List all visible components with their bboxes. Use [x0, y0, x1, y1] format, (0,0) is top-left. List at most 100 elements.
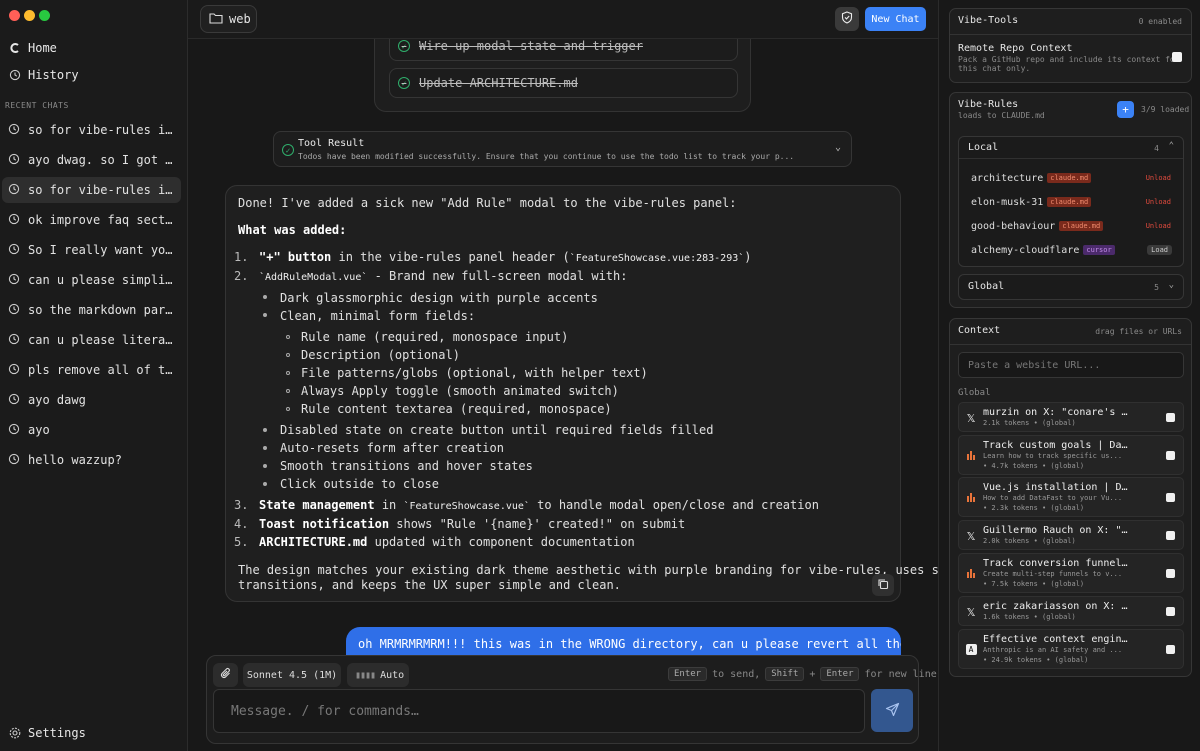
context-item-title: Guillermo Rauch on X: "A g — [983, 525, 1128, 536]
recent-chat-item[interactable]: hello wazzup? — [2, 447, 181, 473]
context-item-checkbox[interactable] — [1166, 493, 1175, 502]
context-item-title: Track conversion funnels | — [983, 558, 1128, 569]
list-number: 5. — [234, 535, 249, 549]
list-item-3: State management in `FeatureShowcase.vue… — [259, 498, 819, 512]
attach-button[interactable] — [213, 663, 238, 687]
code-span: `AddRuleModal.vue` — [259, 272, 368, 283]
bullet — [286, 407, 290, 411]
context-item-checkbox[interactable] — [1166, 607, 1175, 616]
context-item-checkbox[interactable] — [1166, 531, 1175, 540]
send-icon — [885, 702, 900, 720]
recent-chat-label: so for vibe-rules in the — [28, 123, 174, 137]
mode-selector[interactable]: ▮▮▮▮ Auto — [347, 663, 409, 687]
todo-text: Wire up modal state and trigger — [419, 39, 643, 53]
recent-chat-item[interactable]: ayo dwag. so I got pee — [2, 147, 181, 173]
recent-chat-item[interactable]: So I really want you to — [2, 237, 181, 263]
recent-chat-item[interactable]: ayo — [2, 417, 181, 443]
context-item[interactable]: Track custom goals | DataF Learn how to t… — [958, 435, 1184, 475]
context-item[interactable]: 𝕏eric zakariasson on X: "st 1.6k tokens •… — [958, 596, 1184, 626]
rule-tag: claude.md — [1047, 173, 1092, 183]
context-item[interactable]: 𝕏 Guillermo Rauch on X: "A g 2.0k tokens •… — [958, 520, 1184, 550]
url-input[interactable]: Paste a website URL... — [958, 352, 1184, 378]
recent-chat-label: ayo dwag. so I got pee — [28, 153, 174, 167]
send-button[interactable] — [871, 689, 913, 732]
context-item-checkbox[interactable] — [1166, 451, 1175, 460]
datafast-icon — [965, 449, 977, 461]
context-item[interactable]: Track conversion funnels | Create multi-s… — [958, 553, 1184, 593]
chat-history-icon — [8, 183, 20, 198]
rule-tag: claude.md — [1059, 221, 1104, 231]
context-item[interactable]: A Effective context engineer Anthropic is … — [958, 629, 1184, 669]
tool-result-card[interactable]: ✓ Tool Result Todos have been modified s… — [273, 131, 852, 167]
recent-chat-item[interactable]: can u please simplify the — [2, 267, 181, 293]
context-item-checkbox[interactable] — [1166, 569, 1175, 578]
key-enter: Enter — [820, 667, 860, 681]
keyboard-hint: Enter to send, Shift + Enter for new lin… — [668, 667, 937, 681]
context-item[interactable]: Vue.js installation | Data How to add Dat… — [958, 477, 1184, 517]
bullet — [286, 371, 290, 375]
close-window-button[interactable] — [9, 10, 20, 21]
settings-button[interactable]: Settings — [6, 722, 181, 744]
maximize-window-button[interactable] — [39, 10, 50, 21]
add-rule-button[interactable]: + — [1117, 101, 1134, 118]
message-input[interactable]: Message. / for commands… — [213, 689, 865, 733]
recent-chat-item[interactable]: so for vibe-rules in the — [2, 117, 181, 143]
unload-rule-button[interactable]: Unload — [1146, 174, 1171, 182]
model-selector[interactable]: Sonnet 4.5 (1M) — [243, 663, 341, 687]
unload-rule-button[interactable]: Unload — [1146, 198, 1171, 206]
chat-history-icon — [8, 303, 20, 318]
context-item-title: eric zakariasson on X: "st — [983, 601, 1128, 612]
list-item-1: "+" button in the vibe-rules panel heade… — [259, 250, 752, 264]
home-logo-icon — [8, 42, 21, 55]
folder-button[interactable]: web — [200, 5, 257, 33]
global-label: Global — [968, 281, 1005, 292]
sub-item: Click outside to close — [280, 477, 439, 491]
minimize-window-button[interactable] — [24, 10, 35, 21]
copy-button[interactable] — [872, 574, 894, 596]
recent-chat-label: ayo — [28, 423, 50, 437]
recent-chat-item[interactable]: pls remove all of the — [2, 357, 181, 383]
new-chat-button[interactable]: New Chat — [865, 7, 926, 31]
context-item-meta: • 2.3k tokens • (global) — [983, 504, 1085, 512]
context-item-title: Track custom goals | DataF — [983, 440, 1128, 451]
bold-text: "+" button — [259, 250, 332, 264]
context-item-checkbox[interactable] — [1166, 645, 1175, 654]
list-number: 4. — [234, 517, 249, 531]
msg-intro: Done! I've added a sick new "Add Rule" m… — [238, 196, 737, 210]
sub-item: Auto-resets form after creation — [280, 441, 504, 455]
bold-text: Toast notification — [259, 517, 390, 531]
load-rule-button[interactable]: Load — [1147, 245, 1172, 255]
context-item-desc: Create multi-step funnels to v... — [983, 570, 1123, 578]
field-item: Rule content textarea (required, monospa… — [301, 402, 612, 416]
folder-icon — [209, 12, 223, 27]
msg-outro: The design matches your existing dark th… — [238, 563, 975, 577]
recent-chat-item[interactable]: can u please literally — [2, 327, 181, 353]
nav-history-label: History — [28, 68, 79, 82]
recent-chat-item[interactable]: ayo dawg — [2, 387, 181, 413]
chat-history-icon — [8, 123, 20, 138]
nav-history[interactable]: History — [6, 64, 181, 86]
sub-item: Clean, minimal form fields: — [280, 309, 476, 323]
right-panel: Vibe-Tools 0 enabled Remote Repo Context… — [938, 0, 1200, 751]
mode-label: Auto — [380, 669, 405, 681]
paperclip-icon — [220, 667, 232, 683]
nav-home[interactable]: Home — [6, 37, 181, 59]
recent-chat-item[interactable]: so the markdown parts of — [2, 297, 181, 323]
recent-chat-label: pls remove all of the — [28, 363, 174, 377]
global-rules-section[interactable]: Global 5 ⌄ — [958, 274, 1184, 300]
context-card: Context drag files or URLs Paste a websi… — [949, 318, 1192, 677]
chevron-down-icon[interactable]: ⌄ — [835, 142, 841, 153]
recent-chat-label: hello wazzup? — [28, 453, 122, 467]
permissions-button[interactable] — [835, 7, 859, 31]
remote-repo-toggle[interactable] — [1172, 52, 1182, 62]
recent-chat-label: can u please simplify the — [28, 273, 174, 287]
rule-name: alchemy-cloudflare — [971, 244, 1080, 256]
remote-repo-desc: Pack a GitHub repo and include its conte… — [958, 55, 1180, 64]
recent-chat-item[interactable]: so for vibe-rules in the — [2, 177, 181, 203]
recent-chat-item[interactable]: ok improve faq section — [2, 207, 181, 233]
context-item[interactable]: 𝕏murzin on X: "conare's com 2.1k tokens •… — [958, 402, 1184, 432]
context-item-title: murzin on X: "conare's com — [983, 407, 1128, 418]
local-header[interactable]: Local 4 ⌃ — [959, 137, 1183, 159]
context-item-checkbox[interactable] — [1166, 413, 1175, 422]
unload-rule-button[interactable]: Unload — [1146, 222, 1171, 230]
